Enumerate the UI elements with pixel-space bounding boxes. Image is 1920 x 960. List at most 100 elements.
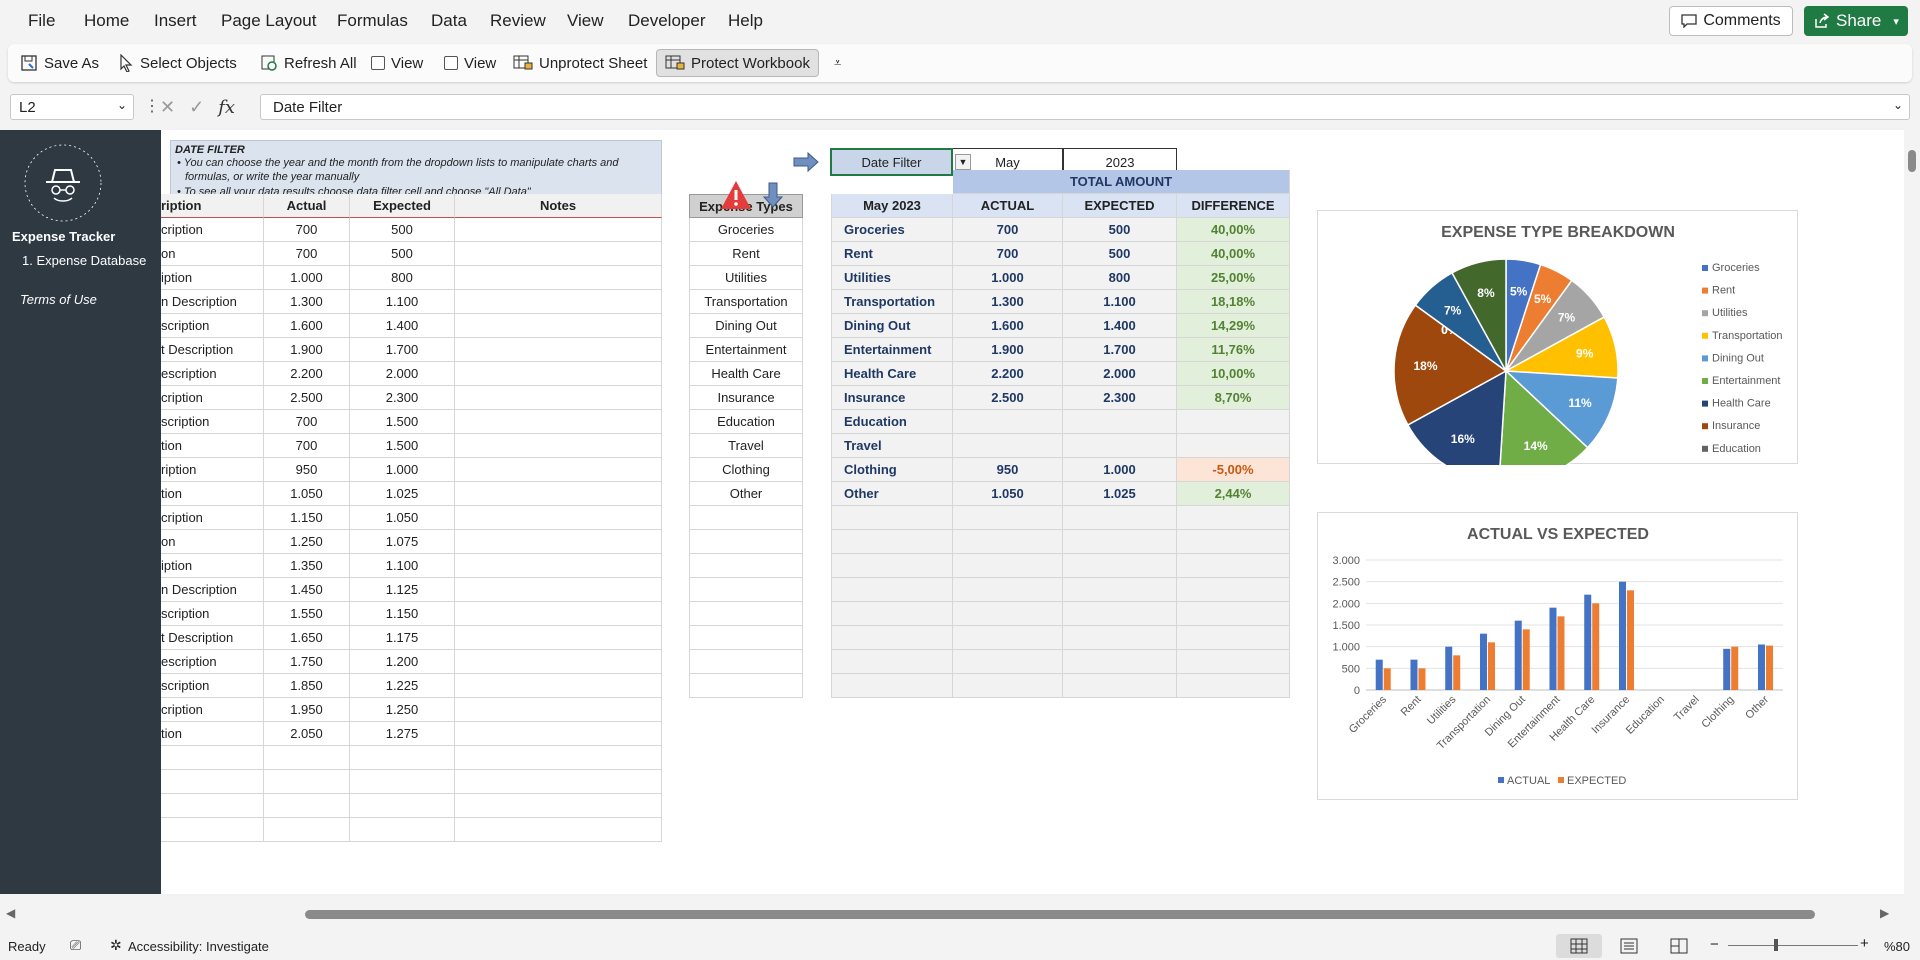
summary-cell[interactable]: 700: [953, 218, 1063, 242]
menu-formulas[interactable]: Formulas: [337, 11, 408, 31]
view-checkbox-2[interactable]: View: [440, 49, 500, 77]
table-cell[interactable]: tion: [161, 434, 264, 458]
table-cell[interactable]: 1.275: [350, 722, 455, 746]
summary-cell[interactable]: 2.200: [953, 362, 1063, 386]
bar-actual-utilities[interactable]: [1445, 646, 1453, 690]
list-item[interactable]: Clothing: [689, 458, 803, 482]
list-item[interactable]: Rent: [689, 242, 803, 266]
summary-cell[interactable]: 40,00%: [1177, 218, 1290, 242]
summary-cell[interactable]: 1.100: [1063, 290, 1177, 314]
list-item[interactable]: Other: [689, 482, 803, 506]
summary-cell[interactable]: [1177, 506, 1290, 530]
bar-actual-health-care[interactable]: [1584, 594, 1592, 690]
summary-cell[interactable]: 40,00%: [1177, 242, 1290, 266]
sidebar-item-expense-database[interactable]: 1. Expense Database: [22, 253, 146, 268]
table-cell[interactable]: 1.000: [264, 266, 350, 290]
table-cell[interactable]: 800: [350, 266, 455, 290]
table-cell[interactable]: 1.500: [350, 410, 455, 434]
bar-chart-panel[interactable]: ACTUAL VS EXPECTED 0 500 1.000 1.500 2.000 2.…: [1317, 512, 1798, 800]
table-cell[interactable]: [455, 530, 662, 554]
summary-row-label[interactable]: [831, 626, 953, 650]
table-cell[interactable]: 1.100: [350, 554, 455, 578]
menu-file[interactable]: File: [28, 11, 55, 31]
summary-cell[interactable]: 1.400: [1063, 314, 1177, 338]
summary-cell[interactable]: 2,44%: [1177, 482, 1290, 506]
list-item[interactable]: Dining Out: [689, 314, 803, 338]
bar-expected-groceries[interactable]: [1383, 668, 1391, 690]
zoom-out-icon[interactable]: −: [1710, 936, 1719, 953]
table-cell[interactable]: 500: [350, 242, 455, 266]
table-cell[interactable]: iption: [161, 554, 264, 578]
table-cell[interactable]: scription: [161, 314, 264, 338]
table-cell[interactable]: 700: [264, 242, 350, 266]
summary-cell[interactable]: 10,00%: [1177, 362, 1290, 386]
table-cell[interactable]: [455, 650, 662, 674]
summary-cell[interactable]: 1.300: [953, 290, 1063, 314]
menu-review[interactable]: Review: [490, 11, 546, 31]
menu-home[interactable]: Home: [84, 11, 129, 31]
summary-cell[interactable]: [1063, 626, 1177, 650]
bar-expected-clothing[interactable]: [1731, 646, 1739, 690]
table-cell[interactable]: cription: [161, 506, 264, 530]
chevron-down-icon[interactable]: ▾: [1893, 15, 1899, 28]
summary-row-label[interactable]: Insurance: [831, 386, 953, 410]
summary-cell[interactable]: 500: [1063, 218, 1177, 242]
table-cell[interactable]: escription: [161, 650, 264, 674]
summary-cell[interactable]: [953, 626, 1063, 650]
protect-workbook-button[interactable]: Protect Workbook: [656, 49, 819, 77]
list-item[interactable]: Entertainment: [689, 338, 803, 362]
table-cell[interactable]: 1.500: [350, 434, 455, 458]
table-cell[interactable]: 1.150: [350, 602, 455, 626]
summary-cell[interactable]: [1063, 554, 1177, 578]
table-cell[interactable]: scription: [161, 602, 264, 626]
table-cell[interactable]: 1.075: [350, 530, 455, 554]
table-cell[interactable]: [455, 290, 662, 314]
summary-row-label[interactable]: Other: [831, 482, 953, 506]
summary-cell[interactable]: 2.000: [1063, 362, 1177, 386]
list-item[interactable]: Insurance: [689, 386, 803, 410]
list-item[interactable]: [689, 554, 803, 578]
table-cell[interactable]: scription: [161, 674, 264, 698]
list-item[interactable]: [689, 602, 803, 626]
table-cell[interactable]: 1.175: [350, 626, 455, 650]
table-cell[interactable]: 500: [350, 218, 455, 242]
summary-cell[interactable]: [953, 530, 1063, 554]
summary-cell[interactable]: [953, 506, 1063, 530]
table-cell[interactable]: 1.050: [264, 482, 350, 506]
table-cell[interactable]: 2.050: [264, 722, 350, 746]
normal-view-button[interactable]: [1556, 934, 1602, 958]
list-item[interactable]: Groceries: [689, 218, 803, 242]
table-cell[interactable]: cription: [161, 386, 264, 410]
table-cell[interactable]: 1.950: [264, 698, 350, 722]
sidebar-item-terms-of-use[interactable]: Terms of Use: [20, 292, 97, 307]
table-cell[interactable]: 2.200: [264, 362, 350, 386]
table-cell[interactable]: [350, 794, 455, 818]
scroll-left-icon[interactable]: ◀: [6, 906, 15, 920]
cancel-icon[interactable]: ✕: [160, 97, 175, 118]
table-cell[interactable]: 1.300: [264, 290, 350, 314]
summary-cell[interactable]: 11,76%: [1177, 338, 1290, 362]
summary-cell[interactable]: [1177, 530, 1290, 554]
page-layout-view-icon[interactable]: [1620, 938, 1638, 954]
table-cell[interactable]: [455, 434, 662, 458]
list-item[interactable]: [689, 506, 803, 530]
table-cell[interactable]: [455, 554, 662, 578]
summary-cell[interactable]: [1063, 506, 1177, 530]
table-cell[interactable]: 1.100: [350, 290, 455, 314]
table-cell[interactable]: [455, 266, 662, 290]
table-cell[interactable]: [350, 770, 455, 794]
summary-row-label[interactable]: Clothing: [831, 458, 953, 482]
summary-cell[interactable]: 8,70%: [1177, 386, 1290, 410]
table-cell[interactable]: 1.125: [350, 578, 455, 602]
summary-cell[interactable]: [1063, 578, 1177, 602]
summary-row-label[interactable]: [831, 578, 953, 602]
bar-expected-utilities[interactable]: [1453, 655, 1461, 690]
table-cell[interactable]: [455, 602, 662, 626]
refresh-all-button[interactable]: Refresh All: [256, 49, 361, 77]
table-cell[interactable]: n Description: [161, 290, 264, 314]
summary-row-label[interactable]: Rent: [831, 242, 953, 266]
table-cell[interactable]: 2.500: [264, 386, 350, 410]
macro-record-icon[interactable]: ⎚: [70, 937, 81, 954]
menu-view[interactable]: View: [567, 11, 604, 31]
accessibility-status[interactable]: Accessibility: Investigate: [128, 939, 269, 954]
